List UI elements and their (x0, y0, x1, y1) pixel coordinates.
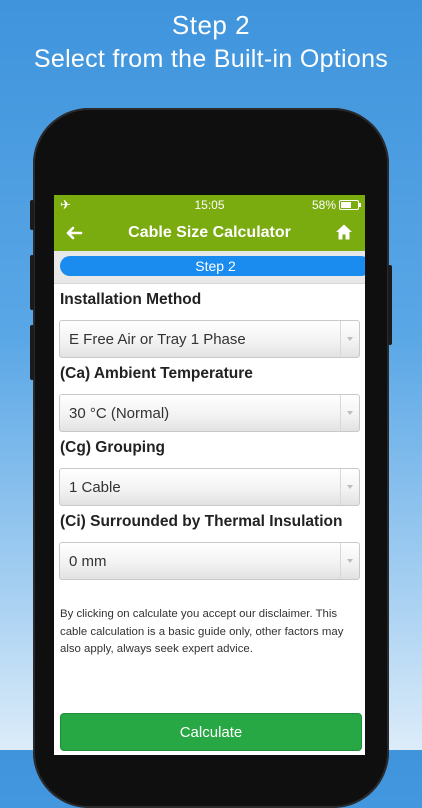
battery-percent: 58% (311, 198, 336, 212)
calculate-button[interactable]: Calculate (60, 713, 362, 751)
installation-method-value: E Free Air or Tray 1 Phase (69, 330, 246, 348)
chevron-down-icon (340, 543, 359, 579)
grouping-select[interactable]: 1 Cable (59, 468, 360, 506)
step-indicator: Step 2 (60, 256, 365, 276)
battery-status: 58% (311, 198, 361, 212)
ambient-temperature-select[interactable]: 30 °C (Normal) (59, 394, 360, 432)
battery-icon (339, 200, 361, 210)
form-content: Installation Method E Free Air or Tray 1… (54, 290, 365, 659)
thermal-insulation-label: (Ci) Surrounded by Thermal Insulation (60, 513, 343, 530)
promo-step-title: Step 2 (171, 10, 251, 40)
promo-caption: Step 2 Select from the Built-in Options (0, 8, 422, 76)
status-bar: ✈ 15:05 58% (54, 195, 365, 215)
phone-volume-up-button (30, 255, 34, 310)
phone-side-button (30, 200, 34, 230)
installation-method-label: Installation Method (60, 291, 202, 308)
chevron-down-icon (340, 469, 359, 505)
phone-volume-down-button (30, 325, 34, 380)
nav-bar: Cable Size Calculator (54, 215, 365, 251)
thermal-insulation-value: 0 mm (69, 552, 107, 570)
page-title: Cable Size Calculator (128, 224, 291, 241)
ambient-temperature-label: (Ca) Ambient Temperature (60, 365, 253, 382)
installation-method-select[interactable]: E Free Air or Tray 1 Phase (59, 320, 360, 358)
grouping-label: (Cg) Grouping (60, 439, 166, 456)
promo-subtitle: Select from the Built-in Options (33, 45, 389, 73)
phone-power-button (388, 265, 392, 345)
home-icon[interactable] (335, 223, 353, 241)
chevron-down-icon (340, 321, 359, 357)
disclaimer-text: By clicking on calculate you accept our … (60, 608, 344, 655)
step-progress: Step 2 (54, 251, 365, 284)
back-arrow-icon[interactable] (64, 223, 84, 243)
thermal-insulation-select[interactable]: 0 mm (59, 542, 360, 580)
chevron-down-icon (340, 395, 359, 431)
grouping-value: 1 Cable (69, 478, 121, 496)
app-screen: ✈ 15:05 58% Cable Size Calculator Step 2… (54, 195, 365, 755)
ambient-temperature-value: 30 °C (Normal) (69, 404, 170, 422)
